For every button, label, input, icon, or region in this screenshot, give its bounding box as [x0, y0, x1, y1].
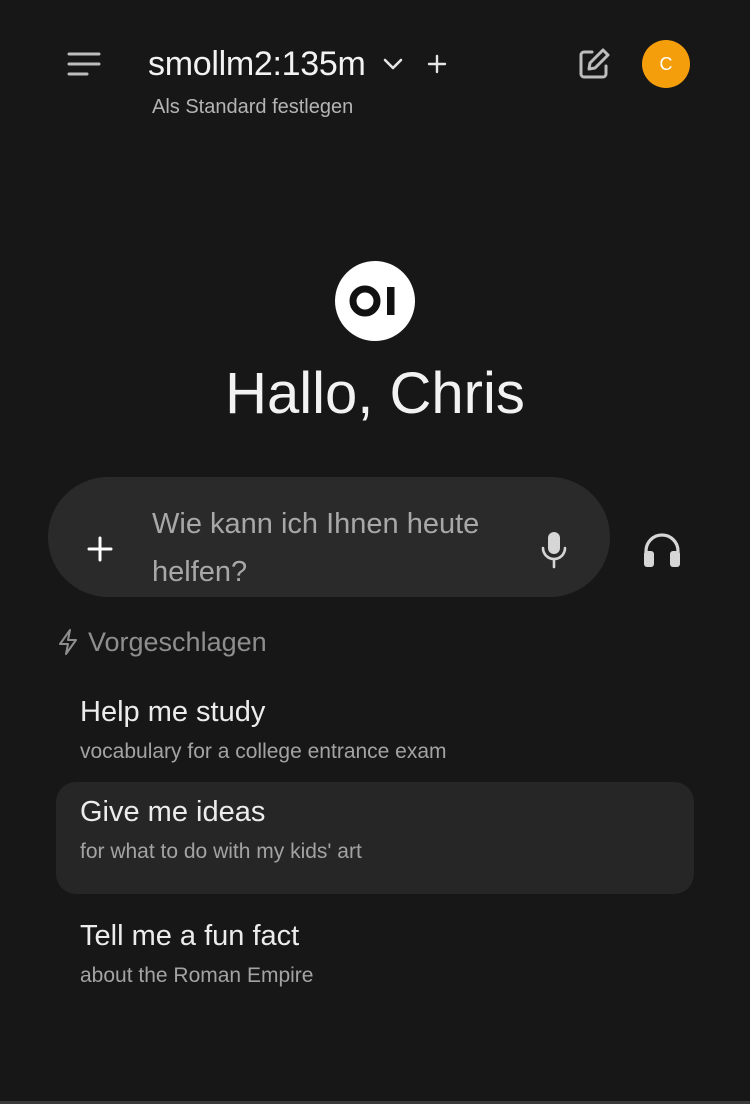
- prompt-input[interactable]: Wie kann ich Ihnen heute helfen?: [152, 500, 522, 596]
- headphones-icon: [644, 533, 680, 567]
- logo-icon: [349, 285, 395, 317]
- attach-button[interactable]: [80, 529, 120, 569]
- plus-icon: [87, 536, 113, 562]
- suggestion-item[interactable]: Give me ideas for what to do with my kid…: [56, 782, 694, 894]
- suggestions-heading: Vorgeschlagen: [56, 624, 267, 660]
- chat-home-page: smollm2:135m Als Standard festlegen C Ha…: [0, 0, 750, 1104]
- voice-mode-button[interactable]: [640, 528, 684, 572]
- model-name[interactable]: smollm2:135m: [148, 45, 366, 84]
- suggestion-item[interactable]: Tell me a fun fact about the Roman Empir…: [56, 906, 694, 1018]
- menu-icon: [67, 52, 101, 76]
- add-model-button[interactable]: [423, 50, 451, 78]
- model-dropdown-button[interactable]: [379, 50, 407, 78]
- sidebar-toggle-button[interactable]: [64, 44, 104, 84]
- suggestions-label: Vorgeschlagen: [88, 626, 267, 657]
- chevron-down-icon: [384, 58, 403, 70]
- user-avatar[interactable]: C: [642, 40, 690, 88]
- suggestion-title: Tell me a fun fact: [80, 920, 300, 952]
- suggestion-item[interactable]: Help me study vocabulary for a college e…: [56, 682, 694, 794]
- greeting-heading: Hallo, Chris: [225, 361, 525, 426]
- suggestion-title: Help me study: [80, 696, 266, 728]
- suggestion-title: Give me ideas: [80, 796, 266, 828]
- microphone-button[interactable]: [534, 528, 574, 572]
- suggestion-subtitle: about the Roman Empire: [80, 964, 314, 987]
- lightning-icon: [59, 629, 77, 655]
- new-chat-button[interactable]: [574, 44, 614, 84]
- app-logo: [335, 261, 415, 341]
- suggestion-subtitle: vocabulary for a college entrance exam: [80, 740, 447, 763]
- microphone-icon: [541, 532, 567, 569]
- set-default-link[interactable]: Als Standard festlegen: [152, 96, 353, 119]
- suggestion-subtitle: for what to do with my kids' art: [80, 840, 362, 863]
- model-selector[interactable]: smollm2:135m: [148, 40, 451, 88]
- edit-icon: [579, 48, 610, 79]
- plus-icon: [428, 54, 447, 74]
